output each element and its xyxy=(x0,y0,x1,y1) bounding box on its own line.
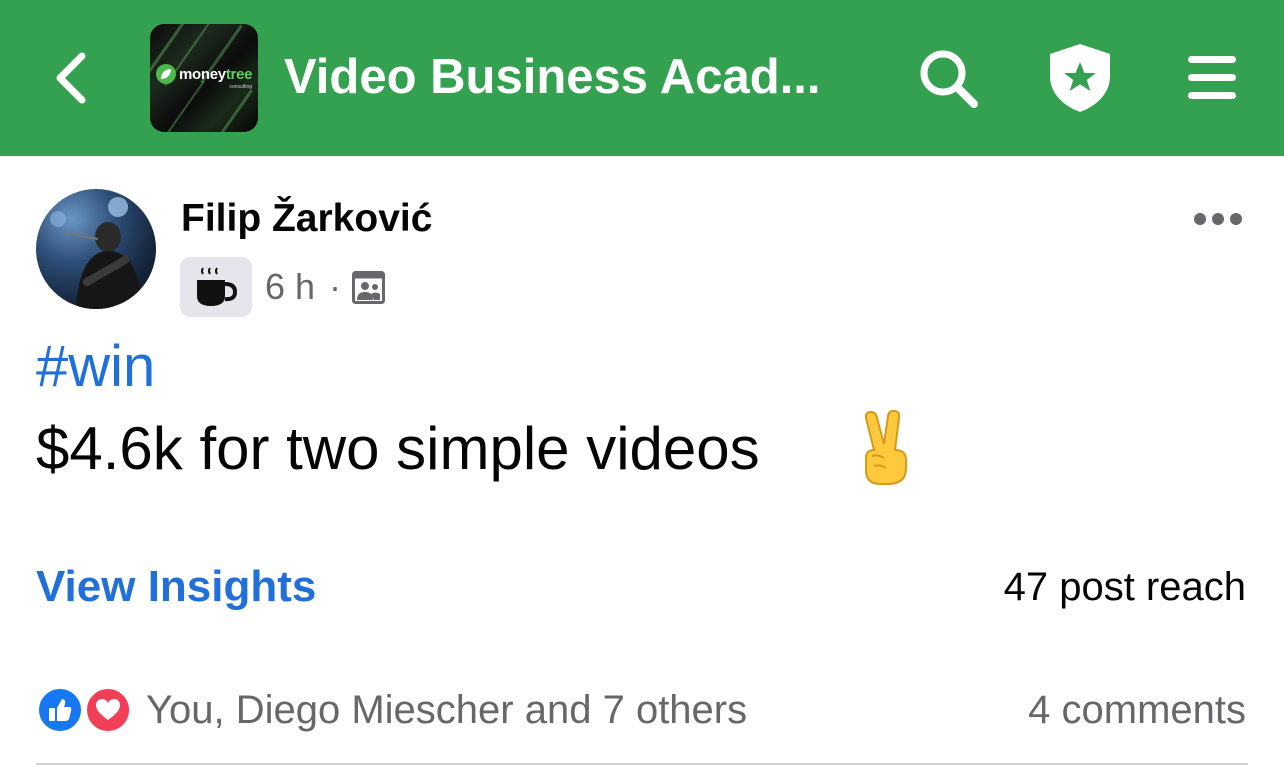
comments-count[interactable]: 4 comments xyxy=(1028,686,1246,734)
post-text: $4.6k for two simple videos xyxy=(36,415,760,482)
meta-separator: · xyxy=(329,266,341,307)
admin-tools-button[interactable] xyxy=(1044,42,1116,114)
view-insights-link[interactable]: View Insights xyxy=(36,560,316,614)
chevron-left-icon xyxy=(56,52,86,104)
author-name[interactable]: Filip Žarković xyxy=(181,196,432,242)
moneytree-logo: moneytree xyxy=(156,64,252,84)
post-options-button[interactable] xyxy=(1188,196,1248,242)
search-icon xyxy=(920,50,978,108)
coffee-cup-icon xyxy=(197,267,238,306)
back-button[interactable] xyxy=(40,40,104,116)
victory-hand-emoji xyxy=(852,409,918,486)
reaction-icons[interactable] xyxy=(36,686,134,734)
logo-word-money: money xyxy=(179,65,226,83)
group-header: moneytree consulting Video Business Acad… xyxy=(0,0,1284,156)
group-avatar[interactable]: moneytree consulting xyxy=(150,24,258,132)
divider xyxy=(36,763,1248,765)
author-avatar[interactable] xyxy=(36,189,156,309)
community-badge[interactable] xyxy=(180,257,252,317)
shield-star-icon xyxy=(1050,44,1110,112)
search-button[interactable] xyxy=(912,42,984,114)
logo-word-tree: tree xyxy=(225,65,253,83)
love-reaction-icon xyxy=(84,686,132,734)
hashtag-link[interactable]: #win xyxy=(36,332,155,402)
ellipsis-icon xyxy=(1194,213,1242,225)
reactors-summary[interactable]: You, Diego Miescher and 7 others xyxy=(146,686,747,734)
group-members-icon xyxy=(352,271,385,304)
audience-indicator xyxy=(352,271,385,304)
leaf-icon xyxy=(156,64,176,84)
group-title[interactable]: Video Business Acad... xyxy=(284,44,844,110)
post-time[interactable]: 6 h xyxy=(265,264,315,310)
hamburger-menu-icon xyxy=(1188,56,1236,99)
post-reach: 47 post reach xyxy=(1003,565,1246,609)
logo-subtitle: consulting xyxy=(229,84,252,90)
like-reaction-icon xyxy=(36,686,84,734)
menu-button[interactable] xyxy=(1176,42,1248,114)
